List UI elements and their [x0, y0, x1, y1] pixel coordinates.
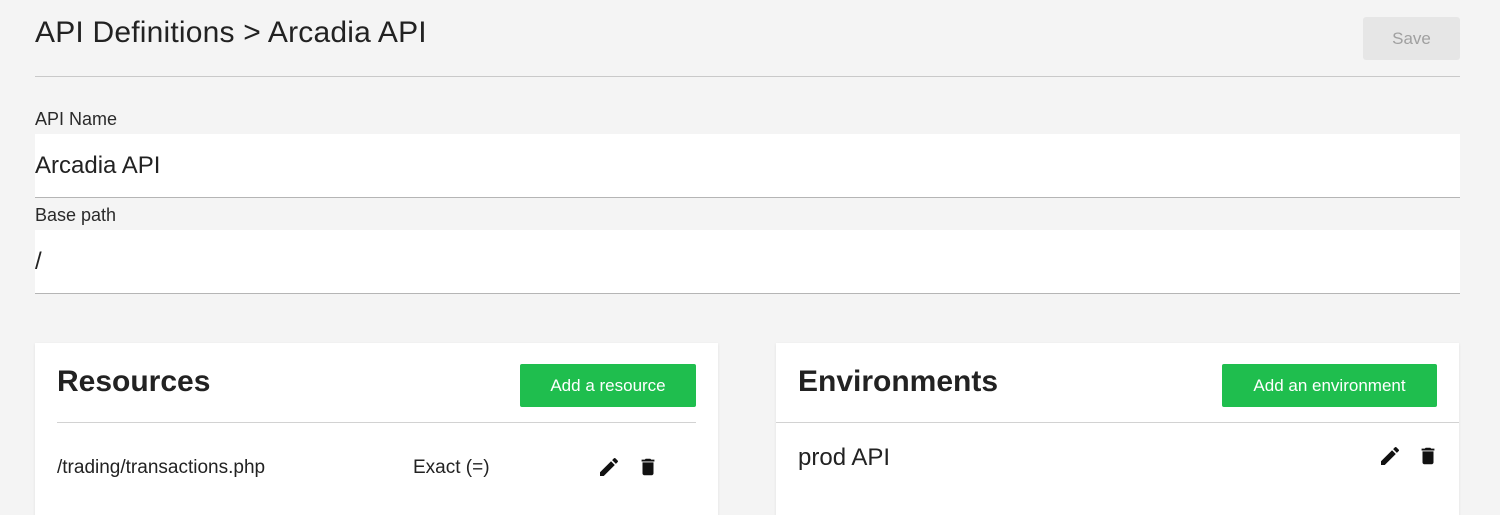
environment-name: prod API: [798, 444, 891, 471]
pencil-icon[interactable]: [597, 454, 621, 480]
add-environment-button[interactable]: Add an environment: [1222, 364, 1437, 407]
add-resource-button[interactable]: Add a resource: [520, 364, 696, 407]
base-path-input[interactable]: /: [35, 230, 1460, 294]
api-definition-page: API Definitions > Arcadia API Save API N…: [0, 0, 1500, 515]
save-button[interactable]: Save: [1363, 17, 1460, 60]
base-path-label: Base path: [35, 205, 117, 225]
pencil-icon[interactable]: [1378, 443, 1402, 469]
environments-divider: [776, 422, 1459, 423]
trash-icon[interactable]: [636, 454, 660, 480]
breadcrumb: API Definitions > Arcadia API: [35, 16, 427, 49]
trash-icon[interactable]: [1416, 443, 1440, 469]
resource-match-type: Exact (=): [413, 457, 490, 478]
resources-title: Resources: [57, 365, 211, 398]
resource-path: /trading/transactions.php: [57, 457, 266, 478]
resources-divider: [57, 422, 696, 423]
environments-title: Environments: [798, 365, 999, 398]
page-header: API Definitions > Arcadia API Save: [35, 0, 1460, 77]
api-name-label: API Name: [35, 109, 118, 129]
environments-card: Environments Add an environment prod API: [776, 343, 1459, 515]
resources-card: Resources Add a resource /trading/transa…: [35, 343, 718, 515]
api-name-input[interactable]: Arcadia API: [35, 134, 1460, 198]
